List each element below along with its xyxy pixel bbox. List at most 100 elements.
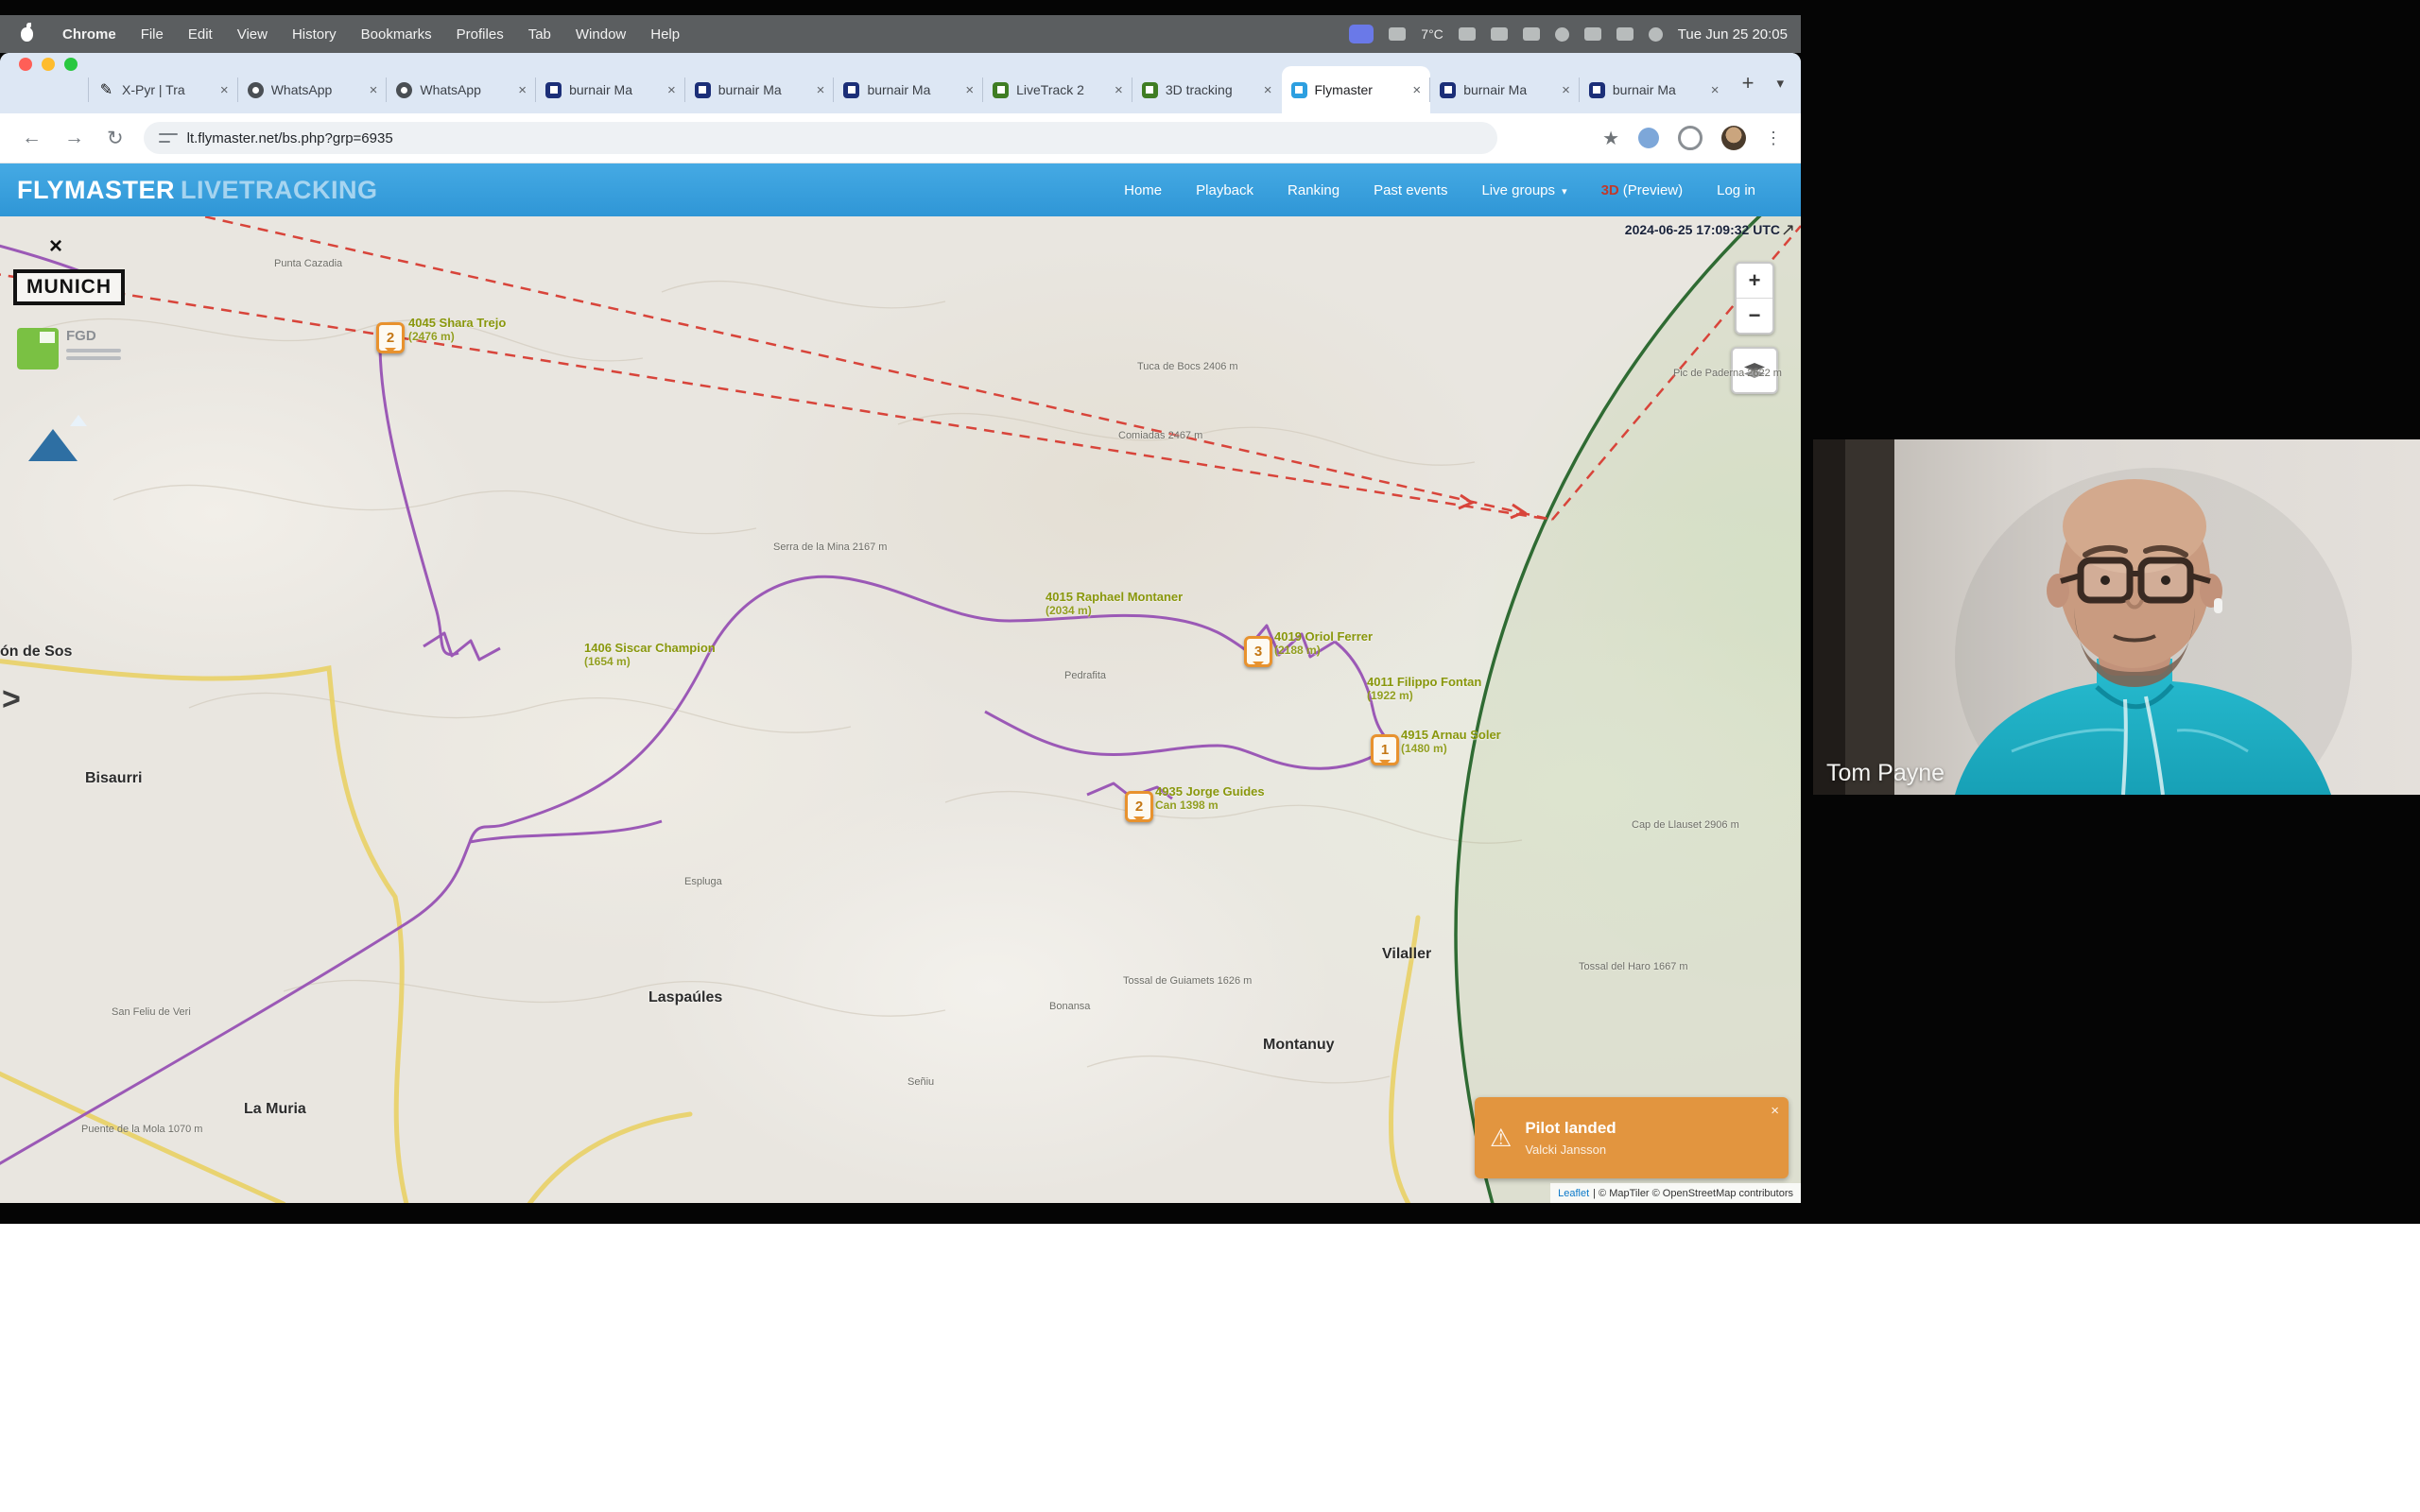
tab-close-icon[interactable]: ×	[667, 82, 676, 98]
tab-flymaster[interactable]: Flymaster×	[1282, 66, 1431, 113]
pilot-label[interactable]: 4011 Filippo Fontan(1922 m)	[1367, 676, 1481, 702]
zoom-out-button[interactable]: −	[1737, 299, 1772, 333]
peak-label: Pedrafita	[1064, 670, 1106, 681]
menu-item-tab[interactable]: Tab	[516, 26, 563, 43]
menu-item-window[interactable]: Window	[563, 26, 638, 43]
fgd-logo-text: FGD	[66, 328, 96, 344]
close-window-button[interactable]	[19, 58, 32, 71]
menu-clock[interactable]: Tue Jun 25 20:05	[1678, 26, 1788, 43]
pilot-marker[interactable]: 2	[1125, 791, 1153, 822]
user-switch-icon[interactable]	[1649, 27, 1663, 42]
mission-control-icon[interactable]	[1584, 27, 1601, 41]
tab-burnair-ma[interactable]: burnair Ma ×	[1430, 66, 1580, 113]
peak-label: Punta Cazadia	[274, 258, 342, 269]
burnair-favicon	[843, 82, 859, 98]
livetracking-map[interactable]: × MUNICH FGD > 2024-06-25 17:09:32 UTC ↗…	[0, 216, 1801, 1203]
leaflet-link[interactable]: Leaflet	[1558, 1188, 1589, 1199]
zoom-control: + −	[1735, 262, 1774, 335]
tab-burnair-ma[interactable]: burnair Ma×	[685, 66, 835, 113]
site-info-icon[interactable]	[159, 130, 178, 146]
omnibox[interactable]: lt.flymaster.net/bs.php?grp=6935	[144, 122, 1497, 154]
menu-item-help[interactable]: Help	[638, 26, 692, 43]
new-tab-button[interactable]: +	[1729, 61, 1768, 105]
pilot-landed-popup[interactable]: ⚠ Pilot landed Valcki Jansson ×	[1475, 1097, 1789, 1178]
browser-toolbar: ← → ↻ lt.flymaster.net/bs.php?grp=6935 ★…	[0, 113, 1801, 163]
input-source-icon[interactable]	[1491, 27, 1508, 41]
menu-item-history[interactable]: History	[280, 26, 349, 43]
lock-icon[interactable]	[1459, 27, 1476, 41]
tab-title: burnair Ma	[1463, 82, 1554, 97]
extension-icon[interactable]	[1638, 128, 1659, 148]
tab-search-chevron[interactable]: ▾	[1767, 75, 1793, 92]
tab-burnair-ma[interactable]: burnair Ma×	[1580, 66, 1729, 113]
peak-label: Bonansa	[1049, 1001, 1090, 1012]
nav-ranking[interactable]: Ranking	[1288, 182, 1340, 198]
sync-icon[interactable]	[1555, 27, 1569, 42]
tab-close-icon[interactable]: ×	[1711, 82, 1720, 98]
tab-close-icon[interactable]: ×	[1562, 82, 1570, 98]
menu-item-bookmarks[interactable]: Bookmarks	[349, 26, 444, 43]
tab-close-icon[interactable]: ×	[817, 82, 825, 98]
tab-close-icon[interactable]: ×	[965, 82, 974, 98]
pilot-marker[interactable]: 3	[1244, 636, 1272, 667]
sidebar-expand-chevron[interactable]: >	[2, 681, 21, 718]
popup-close-icon[interactable]: ×	[1771, 1103, 1779, 1119]
nav-live-groups[interactable]: Live groups ▾	[1481, 182, 1566, 198]
apple-icon[interactable]	[21, 27, 33, 42]
north-east-arrow-icon: ↗	[1781, 220, 1795, 240]
nav--preview-[interactable]: 3D(Preview)	[1601, 182, 1684, 198]
pilot-label[interactable]: 4015 Raphael Montaner(2034 m)	[1046, 591, 1183, 617]
battery-icon[interactable]	[1523, 27, 1540, 41]
pilot-label[interactable]: 1406 Siscar Champion(1654 m)	[584, 642, 716, 668]
menu-item-profiles[interactable]: Profiles	[444, 26, 516, 43]
maximize-window-button[interactable]	[64, 58, 78, 71]
pilot-label[interactable]: 4019 Oriol Ferrer(2188 m)	[1274, 630, 1373, 657]
popup-subtitle: Valcki Jansson	[1525, 1143, 1616, 1157]
flymaster-logo[interactable]: FLYMASTER	[17, 176, 175, 205]
tab-livetrack-2[interactable]: LiveTrack 2×	[983, 66, 1132, 113]
back-button[interactable]: ←	[13, 127, 50, 149]
profile-ring-icon[interactable]	[1678, 126, 1703, 150]
zoom-in-button[interactable]: +	[1737, 264, 1772, 299]
tab-whatsapp[interactable]: WhatsApp×	[387, 66, 536, 113]
tab-close-icon[interactable]: ×	[220, 82, 229, 98]
tab-close-icon[interactable]: ×	[1412, 82, 1421, 98]
menu-item-edit[interactable]: Edit	[176, 26, 225, 43]
tab-3d-tracking[interactable]: 3D tracking×	[1132, 66, 1282, 113]
pilot-label[interactable]: 4045 Shara Trejo(2476 m)	[408, 317, 506, 343]
tab-close-icon[interactable]: ×	[518, 82, 527, 98]
menu-item-file[interactable]: File	[129, 26, 176, 43]
cursor-icon[interactable]	[1389, 27, 1406, 41]
nav-playback[interactable]: Playback	[1196, 182, 1253, 198]
screen-share-icon[interactable]	[1349, 25, 1374, 43]
tab-whatsapp[interactable]: WhatsApp×	[238, 66, 388, 113]
whatsapp-favicon	[248, 82, 264, 98]
forward-button[interactable]: →	[56, 127, 93, 149]
nav-home[interactable]: Home	[1124, 182, 1162, 198]
town-label: Laspaúles	[648, 989, 722, 1006]
tab-close-icon[interactable]: ×	[1115, 82, 1123, 98]
pilot-marker[interactable]: 1	[1371, 734, 1399, 765]
menu-item-chrome[interactable]: Chrome	[50, 26, 129, 43]
tab-x-pyr-tra[interactable]: ✎X-Pyr | Tra×	[89, 66, 238, 113]
bookmark-star-icon[interactable]: ★	[1602, 127, 1619, 150]
livetracking-wordmark: LIVETRACKING	[181, 176, 378, 205]
tab-close-icon[interactable]: ×	[1264, 82, 1272, 98]
tab-burnair-ma[interactable]: burnair Ma×	[536, 66, 685, 113]
url-text[interactable]: lt.flymaster.net/bs.php?grp=6935	[187, 130, 393, 146]
pilot-label[interactable]: 4915 Arnau Soler(1480 m)	[1401, 729, 1501, 755]
reload-button[interactable]: ↻	[98, 127, 132, 150]
pointer-icon[interactable]	[1616, 27, 1634, 41]
menu-item-view[interactable]: View	[225, 26, 280, 43]
avatar[interactable]	[1721, 126, 1746, 150]
minimize-window-button[interactable]	[42, 58, 55, 71]
nav-past-events[interactable]: Past events	[1374, 182, 1447, 198]
map-attribution: Leaflet | © MapTiler © OpenStreetMap con…	[1550, 1183, 1801, 1203]
tab-burnair-ma[interactable]: burnair Ma×	[834, 66, 983, 113]
tab-close-icon[interactable]: ×	[370, 82, 378, 98]
nav-log-in[interactable]: Log in	[1717, 182, 1755, 198]
pilot-marker[interactable]: 2	[376, 322, 405, 353]
browser-menu-icon[interactable]: ⋮	[1765, 129, 1782, 148]
close-icon[interactable]: ×	[49, 233, 62, 260]
pilot-label[interactable]: 4935 Jorge GuidesCan 1398 m	[1155, 785, 1265, 812]
